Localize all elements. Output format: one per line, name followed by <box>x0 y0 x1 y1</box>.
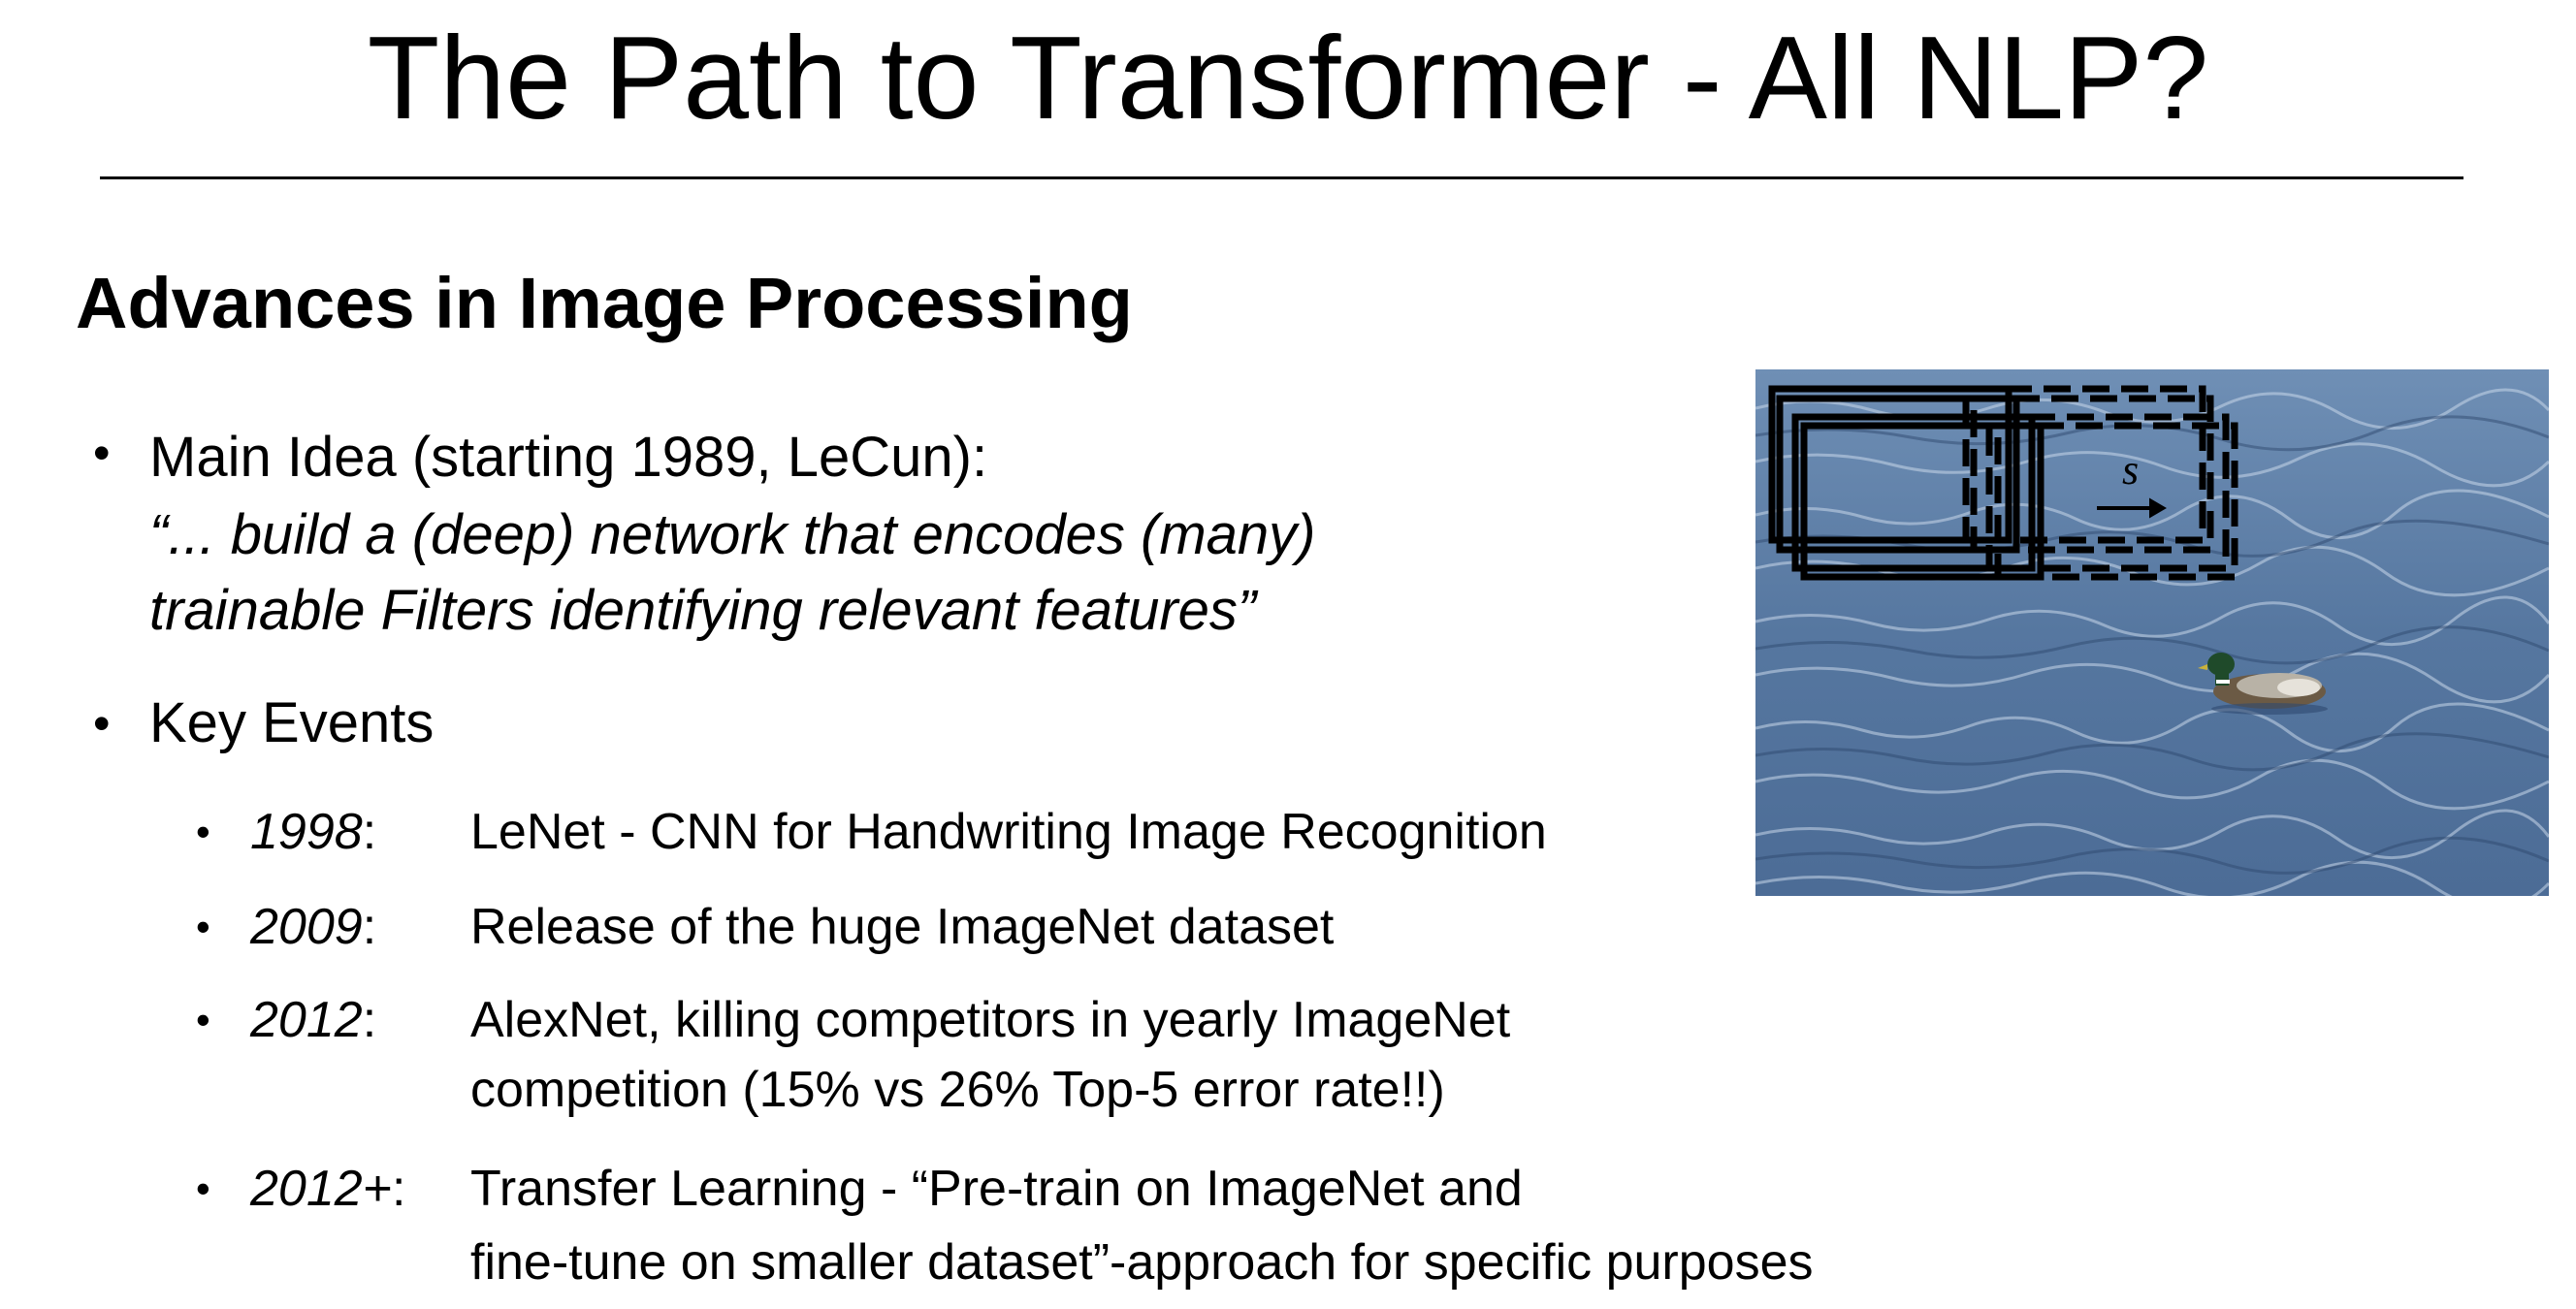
event-year: 2012+: <box>250 1161 406 1217</box>
duck-water-photo: s <box>1755 369 2549 896</box>
event-description: LeNet - CNN for Handwriting Image Recogn… <box>470 804 1547 860</box>
event-description: Transfer Learning - “Pre-train on ImageN… <box>470 1161 1523 1217</box>
quote-line-2: trainable Filters identifying relevant f… <box>149 579 1257 642</box>
event-description-cont: competition (15% vs 26% Top-5 error rate… <box>470 1062 1445 1118</box>
event-bullet-dot: • <box>196 904 210 949</box>
stride-label: s <box>2122 446 2139 494</box>
key-events-label: Key Events <box>149 691 435 754</box>
event-description: AlexNet, killing competitors in yearly I… <box>470 992 1511 1048</box>
event-description: Release of the huge ImageNet dataset <box>470 899 1335 955</box>
event-year: 2012: <box>250 992 377 1048</box>
title-divider <box>100 176 2463 179</box>
bullet-dot: • <box>93 426 111 480</box>
event-bullet-dot: • <box>196 809 210 854</box>
water-background <box>1755 369 2549 896</box>
event-description-cont: fine-tune on smaller dataset”-approach f… <box>470 1234 1814 1291</box>
event-year: 1998: <box>250 804 377 860</box>
event-bullet-dot: • <box>196 1165 210 1211</box>
convolution-filter-illustration: s <box>1755 369 2549 896</box>
main-idea-quote: “... build a (deep) network that encodes… <box>149 497 1315 649</box>
main-idea-label: Main Idea (starting 1989, LeCun): <box>149 426 988 489</box>
quote-line-1: “... build a (deep) network that encodes… <box>149 503 1316 566</box>
event-year: 2009: <box>250 899 377 955</box>
event-bullet-dot: • <box>196 997 210 1042</box>
bullet-dot: • <box>93 696 111 750</box>
slide-title: The Path to Transformer - All NLP? <box>367 12 2209 144</box>
section-heading: Advances in Image Processing <box>76 263 1133 343</box>
